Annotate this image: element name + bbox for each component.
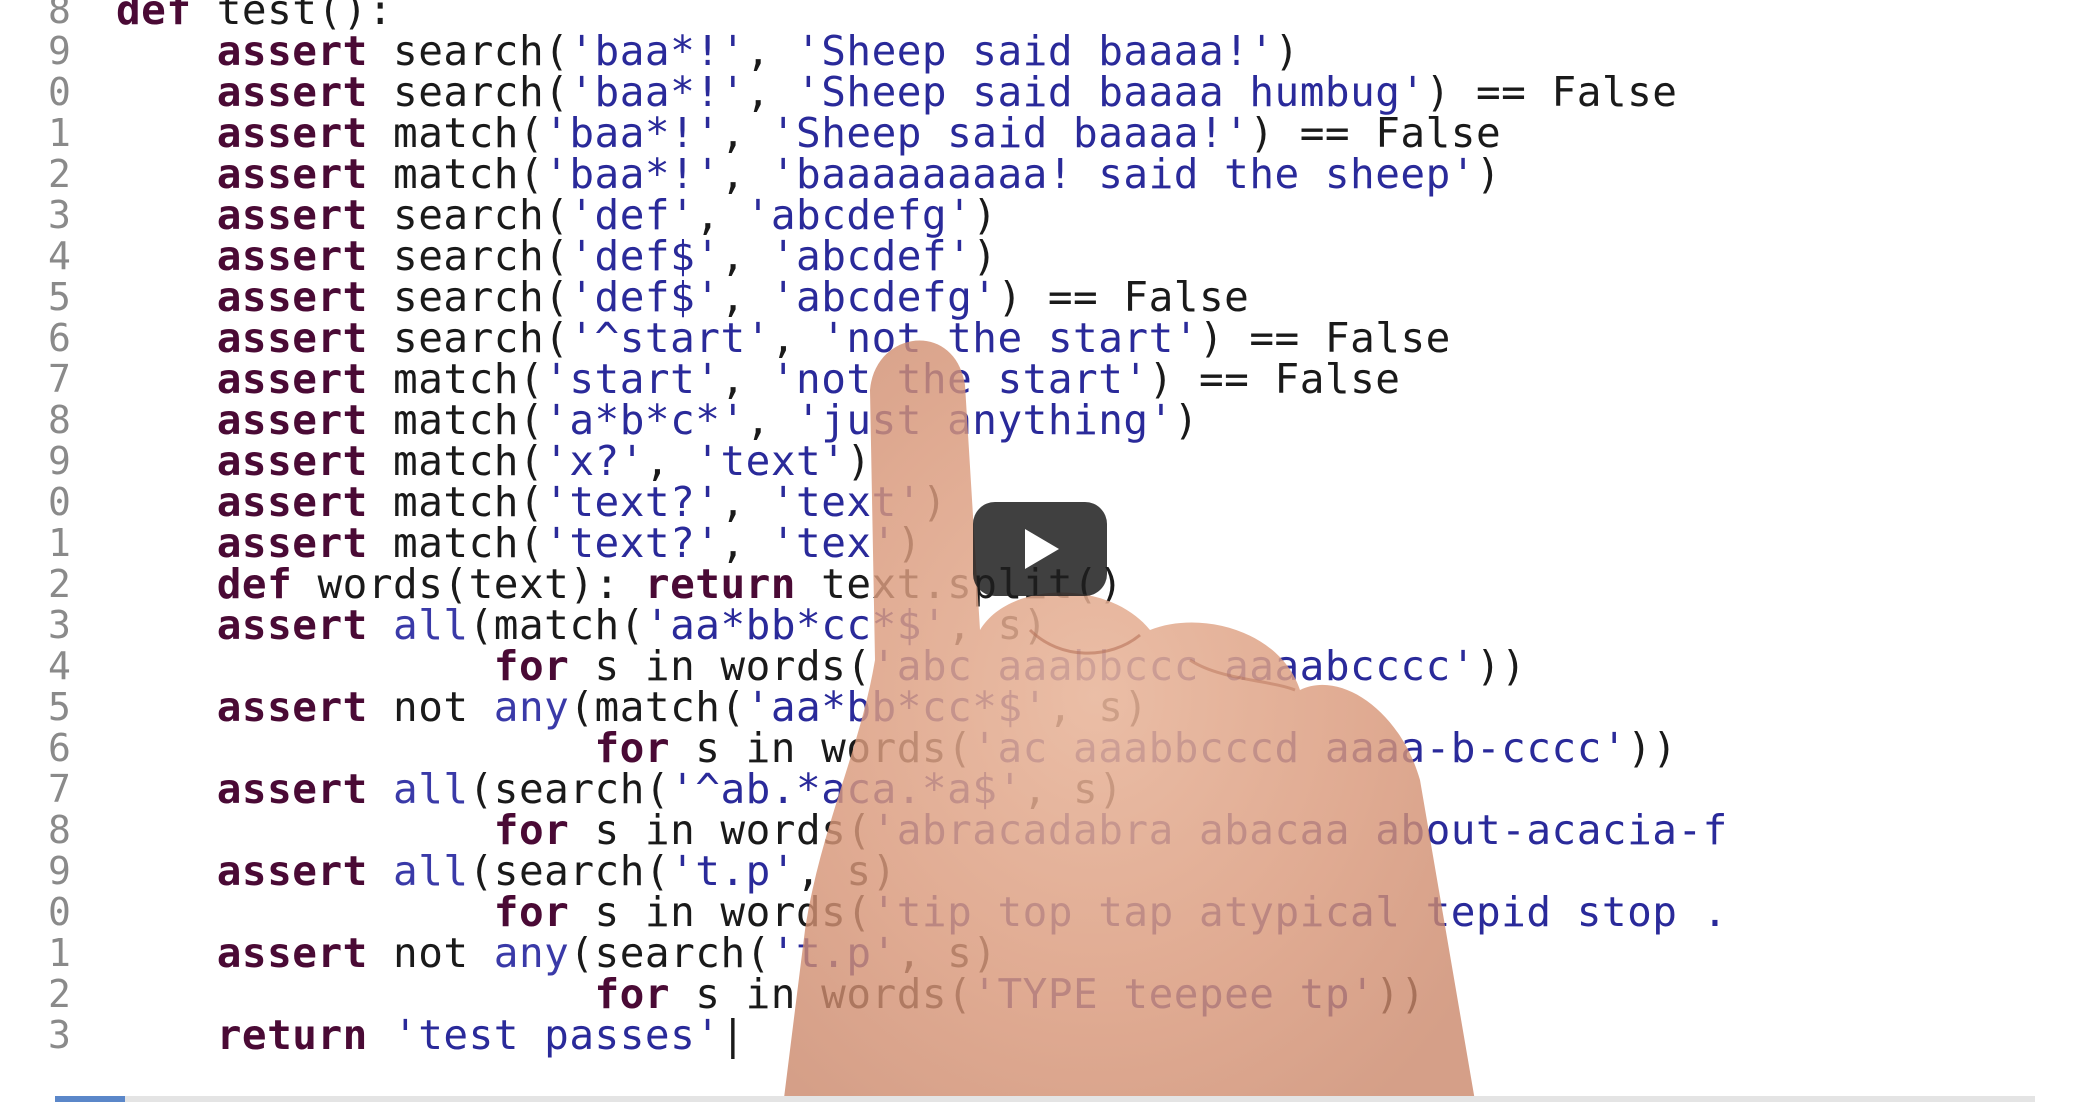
code-token: )) [1375, 970, 1426, 1018]
line-number: 2 [48, 972, 71, 1016]
code-token: )) [1627, 724, 1678, 772]
line-number: 0 [48, 70, 71, 114]
code-line: assert match('baa*!', 'Sheep said baaaa!… [116, 113, 2074, 154]
code-line: assert not any(match('aa*bb*cc*$', s) [116, 687, 2074, 728]
line-number: 5 [48, 685, 71, 729]
line-number: 0 [48, 890, 71, 934]
code-token: )) [1475, 642, 1527, 690]
string-token: 'tip top tap atypical tepid stop . [871, 888, 1728, 936]
code-line: assert search('baa*!', 'Sheep said baaaa… [116, 72, 2074, 113]
line-number: 3 [48, 193, 71, 237]
line-number: 1 [48, 111, 71, 155]
keyword-token: return [216, 1011, 368, 1059]
code-line: for s in words('tip top tap atypical tep… [116, 892, 2074, 933]
string-token: 'TYPE teepee tp' [972, 970, 1376, 1018]
line-number: 4 [48, 234, 71, 278]
line-number: 7 [48, 357, 71, 401]
code-line: assert match('x?', 'text') [116, 441, 2074, 482]
line-number: 2 [48, 562, 71, 606]
line-number-gutter: 89012345678901234567890123 [48, 0, 88, 1056]
string-token: 'abracadabra abacaa about-acacia-f [871, 806, 1728, 854]
play-icon [1025, 529, 1059, 569]
code-token: | [720, 1011, 746, 1059]
code-line: assert match('a*b*c*', 'just anything') [116, 400, 2074, 441]
video-player[interactable]: 89012345678901234567890123 def test(): a… [0, 0, 2074, 1102]
code-line: assert search('^start', 'not the start')… [116, 318, 2074, 359]
code-line: assert not any(search('t.p', s) [116, 933, 2074, 974]
line-number: 1 [48, 931, 71, 975]
code-line: for s in words('abracadabra abacaa about… [116, 810, 2074, 851]
line-number: 9 [48, 849, 71, 893]
line-number: 8 [48, 0, 71, 32]
code-line: assert match('baa*!', 'baaaaaaaaa! said … [116, 154, 2074, 195]
line-number: 5 [48, 275, 71, 319]
line-number: 7 [48, 767, 71, 811]
code-line: assert match('start', 'not the start') =… [116, 359, 2074, 400]
line-number: 6 [48, 726, 71, 770]
code-line: assert search('baa*!', 'Sheep said baaaa… [116, 31, 2074, 72]
play-button[interactable] [973, 502, 1107, 596]
line-number: 3 [48, 1013, 71, 1057]
line-number: 3 [48, 603, 71, 647]
code-line: assert all(search('t.p', s) [116, 851, 2074, 892]
code-line: assert all(match('aa*bb*cc*$', s) [116, 605, 2074, 646]
line-number: 1 [48, 521, 71, 565]
progress-bar[interactable] [55, 1096, 2035, 1102]
line-number: 6 [48, 316, 71, 360]
code-line: assert search('def$', 'abcdefg') == Fals… [116, 277, 2074, 318]
line-number: 2 [48, 152, 71, 196]
code-line: for s in words('ac aaabbcccd aaaa-b-cccc… [116, 728, 2074, 769]
code-token: ) [1475, 150, 1502, 198]
code-line: for s in words('abc aaabbccc aaaabcccc')… [116, 646, 2074, 687]
line-number: 9 [48, 29, 71, 73]
line-number: 4 [48, 644, 71, 688]
progress-fill [55, 1096, 125, 1102]
line-number: 8 [48, 808, 71, 852]
line-number: 9 [48, 439, 71, 483]
line-number: 8 [48, 398, 71, 442]
code-token: ) [921, 478, 948, 526]
code-line: return 'test passes'| [116, 1015, 2074, 1056]
code-token: ) [1173, 396, 1199, 444]
line-number: 0 [48, 480, 71, 524]
string-token: 'test passes' [393, 1011, 721, 1059]
code-line: assert search('def', 'abcdefg') [116, 195, 2074, 236]
code-line: for s in words('TYPE teepee tp')) [116, 974, 2074, 1015]
code-line: assert search('def$', 'abcdef') [116, 236, 2074, 277]
code-line: assert all(search('^ab.*aca.*a$', s) [116, 769, 2074, 810]
